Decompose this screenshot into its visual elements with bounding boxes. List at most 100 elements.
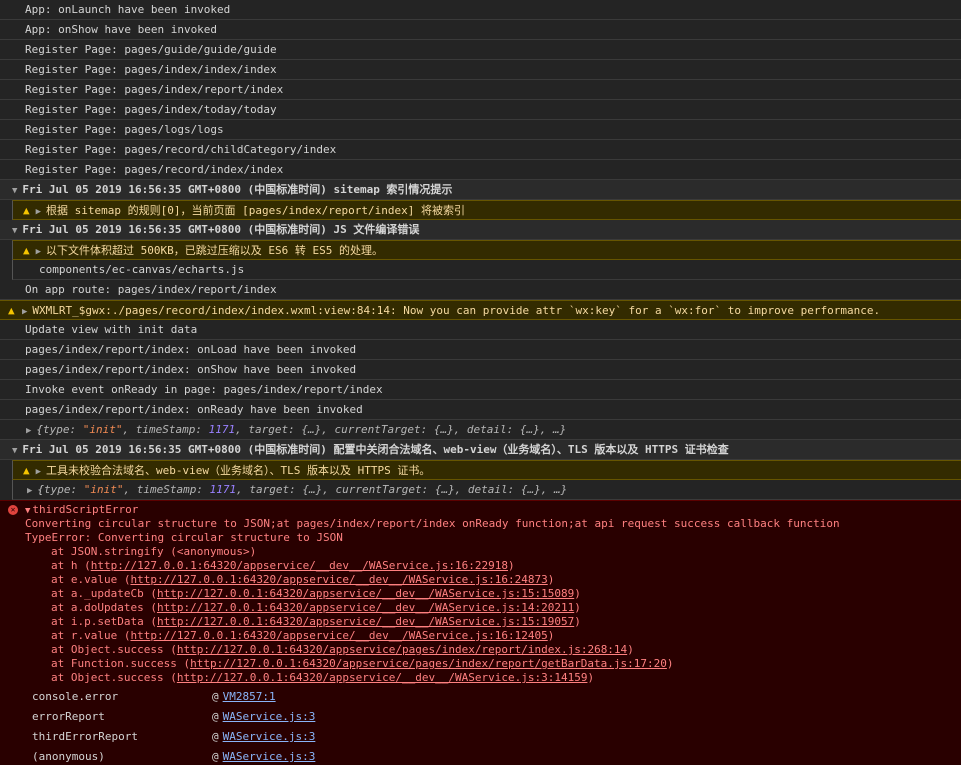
trace-at: @ <box>212 690 219 703</box>
log-text: Register Page: pages/guide/guide/guide <box>25 43 277 56</box>
expand-triangle-icon[interactable]: ▼ <box>12 221 17 239</box>
warning-text: WXMLRT_$gwx:./pages/record/index/index.w… <box>32 304 881 317</box>
stack-prefix: at Object.success ( <box>51 643 177 656</box>
stack-link[interactable]: http://127.0.0.1:64320/appservice/__dev_… <box>157 587 574 600</box>
stack-link[interactable]: http://127.0.0.1:64320/appservice/__dev_… <box>157 601 574 614</box>
stack-frame: at h (http://127.0.0.1:64320/appservice/… <box>0 559 961 573</box>
trace-source-link[interactable]: VM2857:1 <box>223 687 276 707</box>
warning-text: 根据 sitemap 的规则[0]，当前页面 [pages/index/repo… <box>46 204 465 217</box>
warning-message[interactable]: ▲ ▶ 根据 sitemap 的规则[0]，当前页面 [pages/index/re… <box>12 200 961 220</box>
log-line: Invoke event onReady in page: pages/inde… <box>0 380 961 400</box>
object-preview[interactable]: ▶ {type: "init", timeStamp: 1171, target:… <box>0 420 961 440</box>
stack-link[interactable]: http://127.0.0.1:64320/appservice/pages/… <box>190 657 667 670</box>
stack-suffix: ) <box>574 615 581 628</box>
expand-triangle-icon[interactable]: ▶ <box>27 481 32 499</box>
stack-prefix: at h ( <box>51 559 91 572</box>
expand-triangle-icon[interactable]: ▶ <box>36 462 41 479</box>
log-text: Register Page: pages/record/index/index <box>25 163 284 176</box>
error-message: ✕ ▼ thirdScriptError Converting circular … <box>0 500 961 765</box>
expand-triangle-icon[interactable]: ▼ <box>25 504 30 518</box>
stack-frame: at e.value (http://127.0.0.1:64320/appse… <box>0 573 961 587</box>
object-preview[interactable]: ▶ {type: "init", timeStamp: 1171, target:… <box>12 480 961 500</box>
log-group-domain-check[interactable]: ▼ Fri Jul 05 2019 16:56:35 GMT+0800 (中国标准… <box>0 440 961 460</box>
stack-prefix: at i.p.setData ( <box>51 615 157 628</box>
expand-triangle-icon[interactable]: ▶ <box>36 202 41 219</box>
trace-row: errorReport @ WAService.js:3 <box>0 707 961 727</box>
log-line-route: On app route: pages/index/report/index <box>0 280 961 300</box>
stack-link[interactable]: http://127.0.0.1:64320/appservice/__dev_… <box>157 615 574 628</box>
warning-icon: ▲ <box>23 244 30 257</box>
warning-message[interactable]: ▲ ▶ 工具未校验合法域名、web-view（业务域名）、TLS 版本以及 HTTP… <box>12 460 961 480</box>
log-list: App: onLaunch have been invoked App: onSh… <box>0 0 961 180</box>
log-text: Register Page: pages/index/report/index <box>25 83 284 96</box>
log-list: Update view with init data pages/index/re… <box>0 320 961 420</box>
trace-source-link[interactable]: WAService.js:3 <box>223 707 316 727</box>
stack-frame: at a._updateCb (http://127.0.0.1:64320/a… <box>0 587 961 601</box>
trace-at: @ <box>212 730 219 743</box>
stack-suffix: ) <box>574 587 581 600</box>
obj-rest: , target: {…}, currentTarget: {…}, detai… <box>236 483 568 496</box>
log-line: Register Page: pages/record/index/index <box>0 160 961 180</box>
log-group-js-compile[interactable]: ▼ Fri Jul 05 2019 16:56:35 GMT+0800 (中国标准… <box>0 220 961 240</box>
warning-message[interactable]: ▲ ▶ 以下文件体积超过 500KB，已跳过压缩以及 ES6 转 ES5 的处理。 <box>12 240 961 260</box>
stack-link[interactable]: http://127.0.0.1:64320/appservice/__dev_… <box>130 573 547 586</box>
log-text: Register Page: pages/logs/logs <box>25 123 224 136</box>
group-header: Fri Jul 05 2019 16:56:35 GMT+0800 (中国标准时… <box>22 223 420 236</box>
log-line: Register Page: pages/index/today/today <box>0 100 961 120</box>
log-text: On app route: pages/index/report/index <box>25 283 277 296</box>
stack-suffix: ) <box>666 657 674 670</box>
expand-triangle-icon[interactable]: ▶ <box>26 421 31 439</box>
obj-string: "init" <box>83 483 124 496</box>
warning-wxml[interactable]: ▲ ▶ WXMLRT_$gwx:./pages/record/index/index… <box>0 300 961 320</box>
stack-link[interactable]: http://127.0.0.1:64320/appservice/__dev_… <box>177 671 588 684</box>
expand-triangle-icon[interactable]: ▶ <box>36 242 41 259</box>
obj-number: 1171 <box>208 423 236 436</box>
log-text: pages/index/report/index: onLoad have be… <box>25 343 357 356</box>
expand-triangle-icon[interactable]: ▼ <box>12 441 17 459</box>
stack-frame: at r.value (http://127.0.0.1:64320/appse… <box>0 629 961 643</box>
log-line: Register Page: pages/guide/guide/guide <box>0 40 961 60</box>
stack-suffix: ) <box>547 573 555 586</box>
stack-frame: at Object.success (http://127.0.0.1:6432… <box>0 643 961 657</box>
obj-key: , timeStamp: <box>123 483 210 496</box>
trace-source-link[interactable]: WAService.js:3 <box>223 727 316 747</box>
group-header: Fri Jul 05 2019 16:56:35 GMT+0800 (中国标准时… <box>22 443 729 456</box>
log-line-file: components/ec-canvas/echarts.js <box>12 260 961 280</box>
log-line: Update view with init data <box>0 320 961 340</box>
expand-triangle-icon[interactable]: ▶ <box>22 302 27 319</box>
trace-source-link[interactable]: WAService.js:3 <box>223 747 316 765</box>
stack-frame: at i.p.setData (http://127.0.0.1:64320/a… <box>0 615 961 629</box>
log-text: Update view with init data <box>25 323 198 336</box>
log-text: Register Page: pages/index/index/index <box>25 63 277 76</box>
obj-key: , timeStamp: <box>122 423 209 436</box>
warning-icon: ▲ <box>8 304 15 317</box>
log-line: pages/index/report/index: onShow have be… <box>0 360 961 380</box>
devtools-console: App: onLaunch have been invoked App: onSh… <box>0 0 961 765</box>
trace-function: console.error <box>32 690 119 703</box>
expand-triangle-icon[interactable]: ▼ <box>12 181 17 199</box>
log-line: Register Page: pages/index/report/index <box>0 80 961 100</box>
log-line: pages/index/report/index: onLoad have be… <box>0 340 961 360</box>
stack-frame: at Object.success (http://127.0.0.1:6432… <box>0 671 961 685</box>
log-line: Register Page: pages/logs/logs <box>0 120 961 140</box>
stack-frame: at a.doUpdates (http://127.0.0.1:64320/a… <box>0 601 961 615</box>
error-title-row[interactable]: ✕ ▼ thirdScriptError <box>0 503 961 517</box>
trace-row: console.error @ VM2857:1 <box>0 687 961 707</box>
log-group-sitemap[interactable]: ▼ Fri Jul 05 2019 16:56:35 GMT+0800 (中国标准… <box>0 180 961 200</box>
log-text: pages/index/report/index: onReady have b… <box>25 403 363 416</box>
group-header: Fri Jul 05 2019 16:56:35 GMT+0800 (中国标准时… <box>22 183 453 196</box>
error-text: Converting circular structure to JSON;at… <box>25 517 840 530</box>
stack-link[interactable]: http://127.0.0.1:64320/appservice/pages/… <box>177 643 627 656</box>
stack-prefix: at Function.success ( <box>51 657 191 670</box>
stack-link[interactable]: http://127.0.0.1:64320/appservice/__dev_… <box>91 559 508 572</box>
log-line: Register Page: pages/record/childCategor… <box>0 140 961 160</box>
stack-link[interactable]: http://127.0.0.1:64320/appservice/__dev_… <box>130 629 547 642</box>
obj-rest: , target: {…}, currentTarget: {…}, detai… <box>235 423 567 436</box>
stack-prefix: at a._updateCb ( <box>51 587 157 600</box>
stack-trace: at JSON.stringify (<anonymous>) at h (htt… <box>0 545 961 685</box>
stack-frame: at JSON.stringify (<anonymous>) <box>0 545 961 559</box>
trace-function: thirdErrorReport <box>32 730 138 743</box>
trace-at: @ <box>212 710 219 723</box>
log-line: pages/index/report/index: onReady have b… <box>0 400 961 420</box>
stack-suffix: ) <box>574 601 581 614</box>
